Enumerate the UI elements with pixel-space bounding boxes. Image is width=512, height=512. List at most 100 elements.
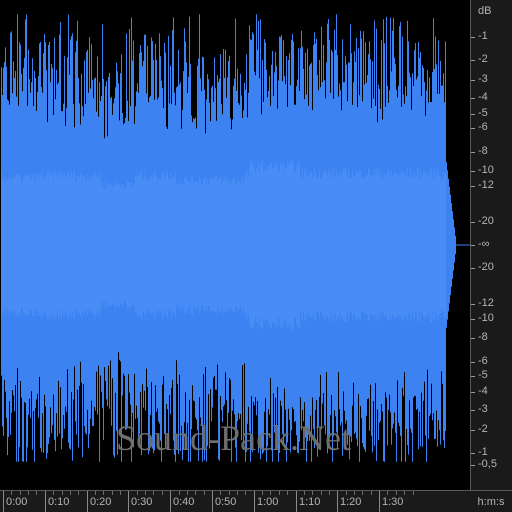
db-tick [471, 410, 475, 411]
time-minor-tick [195, 491, 196, 495]
db-tick [471, 338, 475, 339]
db-tick [471, 98, 475, 99]
time-minor-tick [270, 491, 271, 495]
db-tick-label: -12 [478, 179, 494, 191]
time-tick-label: 0:30 [131, 496, 153, 508]
db-tick [471, 376, 475, 377]
time-minor-tick [346, 491, 347, 495]
time-minor-tick [120, 491, 121, 495]
db-tick-label: -10 [478, 312, 494, 324]
time-tick [45, 491, 46, 512]
time-minor-tick [162, 491, 163, 495]
db-tick [471, 453, 475, 454]
time-minor-tick [396, 491, 397, 495]
waveform-body [1, 14, 456, 462]
time-minor-tick [245, 491, 246, 495]
time-minor-tick [387, 491, 388, 495]
time-scale-ruler: h:m:s 0:00 0:10 0:20 0:30 0:40 0:50 1:00 1:10 1:… [0, 490, 512, 512]
db-tick [471, 152, 475, 153]
db-tick-label: -8 [478, 331, 488, 343]
time-minor-tick [229, 491, 230, 495]
db-tick [471, 319, 475, 320]
db-tick-label: -6 [478, 121, 488, 133]
waveform-core [1, 160, 446, 330]
time-tick [212, 491, 213, 512]
db-tick-label: -4 [478, 385, 488, 397]
db-tick-label: -10 [478, 164, 494, 176]
db-tick [471, 37, 475, 38]
time-minor-tick [179, 491, 180, 495]
time-minor-tick [145, 491, 146, 495]
time-minor-tick [354, 491, 355, 495]
db-tick-label: -12 [478, 297, 494, 309]
time-tick-label: 1:20 [340, 496, 362, 508]
time-minor-tick [28, 491, 29, 495]
db-tick [471, 222, 475, 223]
db-tick-label: -6 [478, 355, 488, 367]
db-tick-label: -5 [478, 369, 488, 381]
time-minor-tick [20, 491, 21, 495]
time-minor-tick [36, 491, 37, 495]
time-minor-tick [11, 491, 12, 495]
time-minor-tick [137, 491, 138, 495]
time-tick [87, 491, 88, 512]
db-tick-label: -8 [478, 145, 488, 157]
db-tick [471, 362, 475, 363]
time-minor-tick [279, 491, 280, 495]
time-tick-label: 0:50 [215, 496, 237, 508]
db-tick-label: -20 [478, 215, 494, 227]
db-tick [471, 60, 475, 61]
time-tick [337, 491, 338, 512]
time-minor-tick [204, 491, 205, 495]
db-tick [471, 186, 475, 187]
db-tick-label: -2 [478, 53, 488, 65]
time-minor-tick [262, 491, 263, 495]
db-tick [471, 392, 475, 393]
db-tick-label: -0,5 [478, 458, 497, 470]
time-minor-tick [413, 491, 414, 495]
time-tick-label: 0:00 [6, 496, 28, 508]
time-minor-tick [62, 491, 63, 495]
time-minor-tick [304, 491, 305, 495]
time-tick-label: 0:20 [90, 496, 112, 508]
db-tick-label: -5 [478, 107, 488, 119]
waveform-display[interactable] [0, 0, 470, 490]
db-tick-label: -3 [478, 73, 488, 85]
time-tick [379, 491, 380, 512]
time-tick-label: 1:00 [257, 496, 279, 508]
time-tick [3, 491, 4, 512]
db-tick [471, 171, 475, 172]
time-tick-label: 1:10 [299, 496, 321, 508]
time-minor-tick [153, 491, 154, 495]
db-tick [471, 304, 475, 305]
db-tick [471, 114, 475, 115]
time-minor-tick [237, 491, 238, 495]
time-minor-tick [321, 491, 322, 495]
time-tick-label: 0:10 [48, 496, 70, 508]
time-minor-tick [95, 491, 96, 495]
time-tick [170, 491, 171, 512]
time-minor-tick [404, 491, 405, 495]
db-tick-label: -2 [478, 423, 488, 435]
time-minor-tick [329, 491, 330, 495]
waveform-graph [1, 14, 470, 462]
db-scale-ruler: dB -1 -2 -3 -4 -5 -6 -8 -10 -12 -20 -∞ -20 -12 -10 -8 -… [470, 0, 512, 490]
time-minor-tick [287, 491, 288, 495]
time-tick [128, 491, 129, 512]
time-minor-tick [220, 491, 221, 495]
time-minor-tick [78, 491, 79, 495]
db-tick-label: -4 [478, 91, 488, 103]
db-tick-label: -20 [478, 261, 494, 273]
db-tick-label: -1 [478, 30, 488, 42]
db-tick [471, 268, 475, 269]
db-tick-label: -3 [478, 403, 488, 415]
db-tick [471, 465, 475, 466]
time-minor-tick [362, 491, 363, 495]
time-minor-tick [103, 491, 104, 495]
db-tick-label: -1 [478, 446, 488, 458]
waveform-editor: dB -1 -2 -3 -4 -5 -6 -8 -10 -12 -20 -∞ -20 -12 -10 -8 -… [0, 0, 512, 512]
time-minor-tick [70, 491, 71, 495]
time-tick [296, 491, 297, 512]
time-minor-tick [312, 491, 313, 495]
time-tick-label: 0:40 [173, 496, 195, 508]
